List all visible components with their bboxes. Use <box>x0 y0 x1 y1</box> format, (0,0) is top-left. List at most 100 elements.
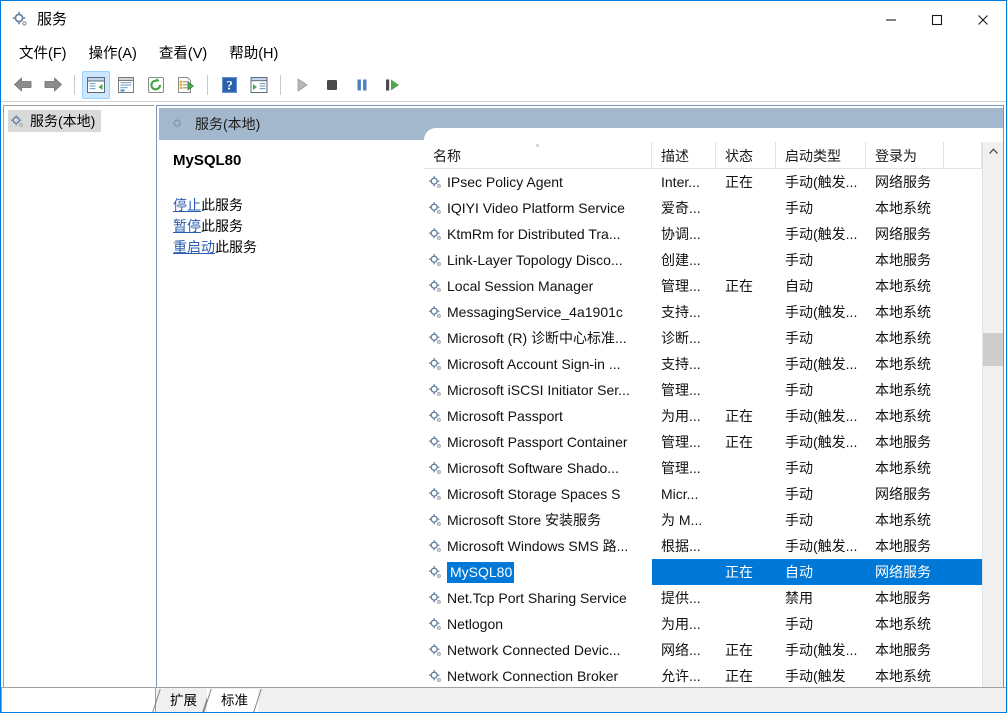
refresh-icon[interactable] <box>142 71 170 99</box>
pause-service-link[interactable]: 暂停 <box>173 218 201 234</box>
cell-status: 正在 <box>725 668 753 684</box>
table-row[interactable]: Microsoft Software Shado... 管理... 手动 本地系统 <box>424 455 982 481</box>
pane-header-label: 服务(本地) <box>195 116 261 132</box>
table-row[interactable]: Microsoft Storage Spaces S Micr... 手动 网络服务 <box>424 481 982 507</box>
cell-logon: 本地服务 <box>875 252 931 268</box>
cell-status <box>716 351 776 377</box>
table-row[interactable]: Network Connected Devic... 网络... 正在 手动(触发..… <box>424 637 982 663</box>
cell-status: 正在 <box>725 642 753 658</box>
cell-extra <box>944 325 982 351</box>
sidebar-item-services-local[interactable]: 服务(本地) <box>8 110 102 132</box>
tab-extended[interactable]: 扩展 <box>156 689 207 712</box>
table-row[interactable]: Microsoft Windows SMS 路... 根据... 手动(触发... 本… <box>424 533 982 559</box>
pause-service-icon[interactable] <box>348 71 376 99</box>
service-gear-icon <box>428 513 443 528</box>
table-row[interactable]: Net.Tcp Port Sharing Service 提供... 禁用 本地服务 <box>424 585 982 611</box>
properties-icon[interactable] <box>112 71 140 99</box>
minimize-button[interactable] <box>868 1 914 38</box>
table-row[interactable]: Microsoft Passport Container 管理... 正在 手动(触发… <box>424 429 982 455</box>
table-row[interactable]: Microsoft (R) 诊断中心标准... 诊断... 手动 本地系统 <box>424 325 982 351</box>
tab-standard[interactable]: 标准 <box>207 689 258 712</box>
cell-extra <box>944 663 982 689</box>
cell-desc: 为 M... <box>661 512 703 528</box>
cell-startup: 手动(触发... <box>785 174 858 190</box>
cell-logon: 网络服务 <box>866 559 944 585</box>
cell-status <box>716 299 776 325</box>
table-row[interactable]: Microsoft Passport 为用... 正在 手动(触发... 本地系统 <box>424 403 982 429</box>
table-row[interactable]: Network Connection Broker 允许... 正在 手动(触发 本地系… <box>424 663 982 689</box>
cell-extra <box>944 299 982 325</box>
table-row[interactable]: Local Session Manager 管理... 正在 自动 本地系统 <box>424 273 982 299</box>
restart-service-link[interactable]: 重启动 <box>173 239 215 255</box>
forward-icon[interactable] <box>39 71 67 99</box>
console-tree-pane: 服务(本地) <box>3 105 154 710</box>
cell-status <box>716 455 776 481</box>
table-row[interactable]: IQIYI Video Platform Service 爱奇... 手动 本地系统 <box>424 195 982 221</box>
column-header-desc[interactable]: 描述 <box>652 142 716 169</box>
sort-ascending-icon: ^ <box>535 143 540 152</box>
service-name-label: Microsoft Passport <box>447 408 563 424</box>
service-gear-icon <box>428 591 443 606</box>
table-row[interactable]: Microsoft Store 安装服务 为 M... 手动 本地系统 <box>424 507 982 533</box>
service-name-label: Net.Tcp Port Sharing Service <box>447 590 627 606</box>
cell-name: Microsoft Passport <box>424 403 652 429</box>
scrollbar-thumb[interactable] <box>983 333 1003 366</box>
service-gear-icon <box>428 201 443 216</box>
cell-name: IQIYI Video Platform Service <box>424 195 652 221</box>
cell-status: 正在 <box>725 434 753 450</box>
column-header-status[interactable]: 状态 <box>716 142 776 169</box>
detail-service-name: MySQL80 <box>173 152 242 169</box>
results-pane-inner: 服务(本地) MySQL80 停止此服务 暂停此服务 重启动此服务 名称 ^ 描… <box>158 107 1003 709</box>
service-gear-icon <box>428 175 443 190</box>
list-scrollbar[interactable] <box>982 142 1003 709</box>
maximize-button[interactable] <box>914 1 960 38</box>
stop-service-suffix: 此服务 <box>201 197 243 213</box>
list-body: IPsec Policy Agent Inter... 正在 手动(触发... 网络服务… <box>424 169 982 709</box>
table-row[interactable]: Microsoft Account Sign-in ... 支持... 手动(触发.… <box>424 351 982 377</box>
cell-startup: 手动 <box>785 512 813 528</box>
cell-desc: Micr... <box>661 486 699 502</box>
cell-desc: 为用... <box>661 408 701 424</box>
list-header: 名称 ^ 描述 状态 启动类型 登录为 <box>424 142 982 169</box>
cell-name: Network Connected Devic... <box>424 637 652 663</box>
table-row[interactable]: KtmRm for Distributed Tra... 协调... 手动(触发..… <box>424 221 982 247</box>
table-row[interactable]: Netlogon 为用... 手动 本地系统 <box>424 611 982 637</box>
cell-startup: 手动 <box>785 330 813 346</box>
cell-desc: 为用... <box>661 616 701 632</box>
column-header-extra[interactable] <box>944 142 982 169</box>
stop-service-icon[interactable] <box>318 71 346 99</box>
column-header-logon[interactable]: 登录为 <box>866 142 944 169</box>
cell-logon: 本地服务 <box>875 642 931 658</box>
restart-service-icon[interactable] <box>378 71 406 99</box>
service-name-label: Microsoft Storage Spaces S <box>447 486 621 502</box>
menu-file[interactable]: 文件(F) <box>10 39 76 66</box>
stop-service-link[interactable]: 停止 <box>173 197 201 213</box>
show-action-pane-icon[interactable] <box>245 71 273 99</box>
cell-extra <box>944 403 982 429</box>
menu-view[interactable]: 查看(V) <box>150 39 216 66</box>
cell-name: Microsoft Windows SMS 路... <box>424 533 652 559</box>
table-row[interactable]: Link-Layer Topology Disco... 创建... 手动 本地服务 <box>424 247 982 273</box>
scroll-up-arrow[interactable] <box>983 142 1003 161</box>
start-service-icon[interactable] <box>288 71 316 99</box>
column-header-startup[interactable]: 启动类型 <box>776 142 866 169</box>
cell-startup: 手动(触发... <box>785 434 858 450</box>
cell-desc: 管理... <box>661 278 701 294</box>
show-hide-tree-icon[interactable] <box>82 70 110 99</box>
back-icon[interactable] <box>9 71 37 99</box>
column-header-label: 状态 <box>725 147 753 164</box>
help-icon[interactable]: ? <box>215 71 243 99</box>
table-row[interactable]: Microsoft iSCSI Initiator Ser... 管理... 手动 本… <box>424 377 982 403</box>
close-button[interactable] <box>960 1 1006 38</box>
table-row[interactable]: MessagingService_4a1901c 支持... 手动(触发... 本地系… <box>424 299 982 325</box>
table-row[interactable]: MySQL80 正在 自动 网络服务 <box>424 559 982 585</box>
export-list-icon[interactable] <box>172 71 200 99</box>
menu-help[interactable]: 帮助(H) <box>220 39 287 66</box>
service-name-label: Network Connected Devic... <box>447 642 621 658</box>
cell-logon: 本地系统 <box>875 616 931 632</box>
column-header-name[interactable]: 名称 ^ <box>424 142 652 169</box>
cell-logon: 网络服务 <box>875 486 931 502</box>
table-row[interactable]: IPsec Policy Agent Inter... 正在 手动(触发... 网络服务 <box>424 169 982 195</box>
menu-action[interactable]: 操作(A) <box>80 39 146 66</box>
cell-startup: 手动(触发... <box>785 408 858 424</box>
